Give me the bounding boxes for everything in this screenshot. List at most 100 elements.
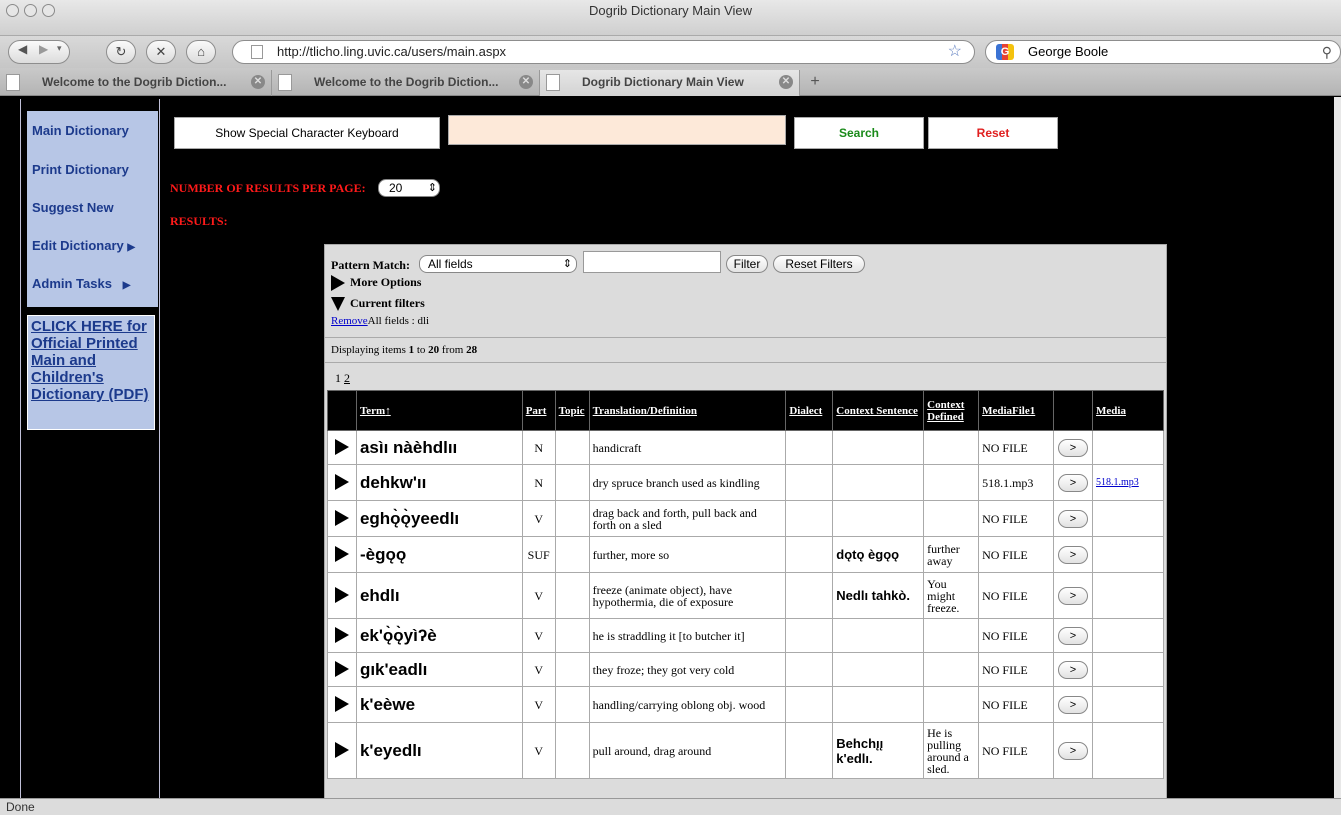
bookmark-star-icon[interactable]: ☆ [948, 41, 962, 63]
play-cell: > [1053, 652, 1093, 687]
play-cell: > [1053, 500, 1093, 537]
back-icon[interactable]: ◀ [18, 42, 27, 56]
column-header-topic[interactable]: Topic [554, 390, 590, 431]
filter-input[interactable] [583, 251, 721, 273]
remove-filter-link[interactable]: Remove [331, 315, 368, 327]
more-options-toggle[interactable]: More Options [331, 275, 421, 292]
column-header-translation[interactable]: Translation/Definition [588, 390, 787, 431]
play-button[interactable]: > [1058, 660, 1088, 679]
pdf-dictionary-link[interactable]: CLICK HERE for Official Printed Main and… [27, 315, 155, 430]
reload-icon[interactable]: ↻ [106, 40, 136, 64]
expand-row-icon[interactable] [334, 626, 349, 643]
column-header-mediafile1[interactable]: MediaFile1 [978, 390, 1055, 431]
forward-icon[interactable]: ▶ [39, 42, 48, 56]
play-button[interactable]: > [1058, 509, 1088, 528]
new-tab-button[interactable]: + [801, 70, 829, 96]
stop-icon[interactable]: ✕ [146, 40, 176, 64]
close-tab-icon[interactable]: ✕ [251, 75, 265, 89]
expand-row-icon[interactable] [334, 695, 349, 712]
window-title: Dogrib Dictionary Main View [588, 3, 753, 18]
page-icon [251, 45, 263, 59]
reset-filters-button[interactable]: Reset Filters [773, 255, 865, 273]
table-row: dehkw'ıı Ndry spruce branch used as kindl… [327, 464, 1164, 501]
pattern-match-select[interactable]: All fields ⇕ [419, 255, 577, 273]
column-header-context-sentence[interactable]: Context Sentence [832, 390, 925, 431]
tab-2[interactable]: Welcome to the Dogrib Diction... ✕ [272, 70, 540, 96]
sidebar-item-suggest-new[interactable]: Suggest New [32, 200, 114, 215]
part-cell: SUF [521, 536, 556, 573]
expand-row-icon[interactable] [334, 586, 349, 603]
media-cell [1092, 572, 1164, 619]
media-cell [1092, 500, 1164, 537]
context-defined-cell [923, 686, 980, 723]
expand-row-icon[interactable] [334, 473, 349, 490]
play-button[interactable]: > [1058, 626, 1088, 645]
column-header-media[interactable]: Media [1092, 390, 1164, 431]
sidebar-item-main-dictionary[interactable]: Main Dictionary [32, 123, 129, 138]
play-button[interactable]: > [1058, 438, 1088, 457]
play-cell: > [1053, 686, 1093, 723]
tab-3-active[interactable]: Dogrib Dictionary Main View ✕ [540, 70, 800, 96]
magnifier-icon[interactable]: ⚲ [1322, 41, 1332, 63]
play-button[interactable]: > [1058, 695, 1088, 714]
page-scrollbar[interactable] [1334, 97, 1341, 798]
close-tab-icon[interactable]: ✕ [779, 75, 793, 89]
url-field[interactable]: http://tlicho.ling.uvic.ca/users/main.as… [232, 40, 975, 64]
row-expand-cell [327, 430, 357, 465]
web-search-text: George Boole [1028, 44, 1109, 59]
play-button[interactable]: > [1058, 545, 1088, 564]
sidebar-item-print-dictionary[interactable]: Print Dictionary [32, 162, 129, 177]
filter-button[interactable]: Filter [726, 255, 768, 273]
sidebar-item-admin-tasks[interactable]: Admin Tasks ▶ [32, 276, 131, 291]
current-filters-toggle[interactable]: Current filters [331, 296, 425, 312]
history-dropdown-icon[interactable]: ▾ [57, 43, 62, 54]
column-header-term[interactable]: Term↑ [355, 390, 523, 431]
home-icon[interactable]: ⌂ [186, 40, 216, 64]
context-defined-cell [923, 464, 980, 501]
tab-1[interactable]: Welcome to the Dogrib Diction... ✕ [0, 70, 272, 96]
page-content: Main Dictionary Print Dictionary Suggest… [0, 97, 1341, 798]
expand-row-icon[interactable] [334, 660, 349, 677]
dictionary-table: Term↑ Part Topic Translation/Definition … [327, 390, 1164, 779]
sidebar-item-edit-dictionary[interactable]: Edit Dictionary ▶ [32, 238, 135, 253]
submenu-arrow-icon: ▶ [127, 242, 136, 253]
search-engine-icon[interactable]: G [996, 44, 1014, 60]
mediafile-cell: 518.1.mp3 [978, 464, 1055, 501]
translation-cell: freeze (animate object), have hypothermi… [588, 572, 787, 619]
expand-row-icon[interactable] [334, 438, 349, 455]
page-current: 1 [335, 371, 341, 385]
reset-button[interactable]: Reset [928, 117, 1058, 149]
sidebar-item-label: Suggest New [32, 200, 114, 215]
submenu-arrow-icon: ▶ [122, 280, 131, 291]
page-link-2[interactable]: 2 [344, 371, 350, 385]
table-header-row: Term↑ Part Topic Translation/Definition … [327, 390, 1164, 431]
column-header-context-defined[interactable]: Context Defined [923, 390, 980, 431]
show-keyboard-button[interactable]: Show Special Character Keyboard [174, 117, 440, 149]
topic-cell [554, 500, 590, 537]
expand-row-icon[interactable] [334, 545, 349, 562]
close-tab-icon[interactable]: ✕ [519, 75, 533, 89]
column-header-part[interactable]: Part [521, 390, 556, 431]
media-cell [1092, 686, 1164, 723]
tab-label: Dogrib Dictionary Main View [582, 75, 744, 89]
results-per-page-select[interactable]: 20 ⇕ [378, 179, 440, 197]
tab-bar: Welcome to the Dogrib Diction... ✕ Welco… [0, 68, 1341, 96]
play-button[interactable]: > [1058, 586, 1088, 605]
media-link[interactable]: 518.1.mp3 [1096, 477, 1139, 488]
topic-cell [554, 430, 590, 465]
search-button[interactable]: Search [794, 117, 924, 149]
context-sentence-cell: dǫtǫ ègǫǫ [832, 536, 925, 573]
dialect-cell [785, 464, 834, 501]
play-button[interactable]: > [1058, 473, 1088, 492]
page-icon [546, 74, 560, 91]
expand-row-icon[interactable] [334, 741, 349, 758]
collapse-arrow-icon [331, 297, 345, 312]
play-button[interactable]: > [1058, 741, 1088, 760]
expand-row-icon[interactable] [334, 509, 349, 526]
results-label: RESULTS: [170, 214, 228, 228]
web-search-field[interactable]: G George Boole ⚲ [985, 40, 1341, 64]
search-input[interactable] [448, 115, 786, 145]
term-cell: ehdlı [355, 572, 523, 619]
mediafile-cell: NO FILE [978, 686, 1055, 723]
column-header-dialect[interactable]: Dialect [785, 390, 834, 431]
